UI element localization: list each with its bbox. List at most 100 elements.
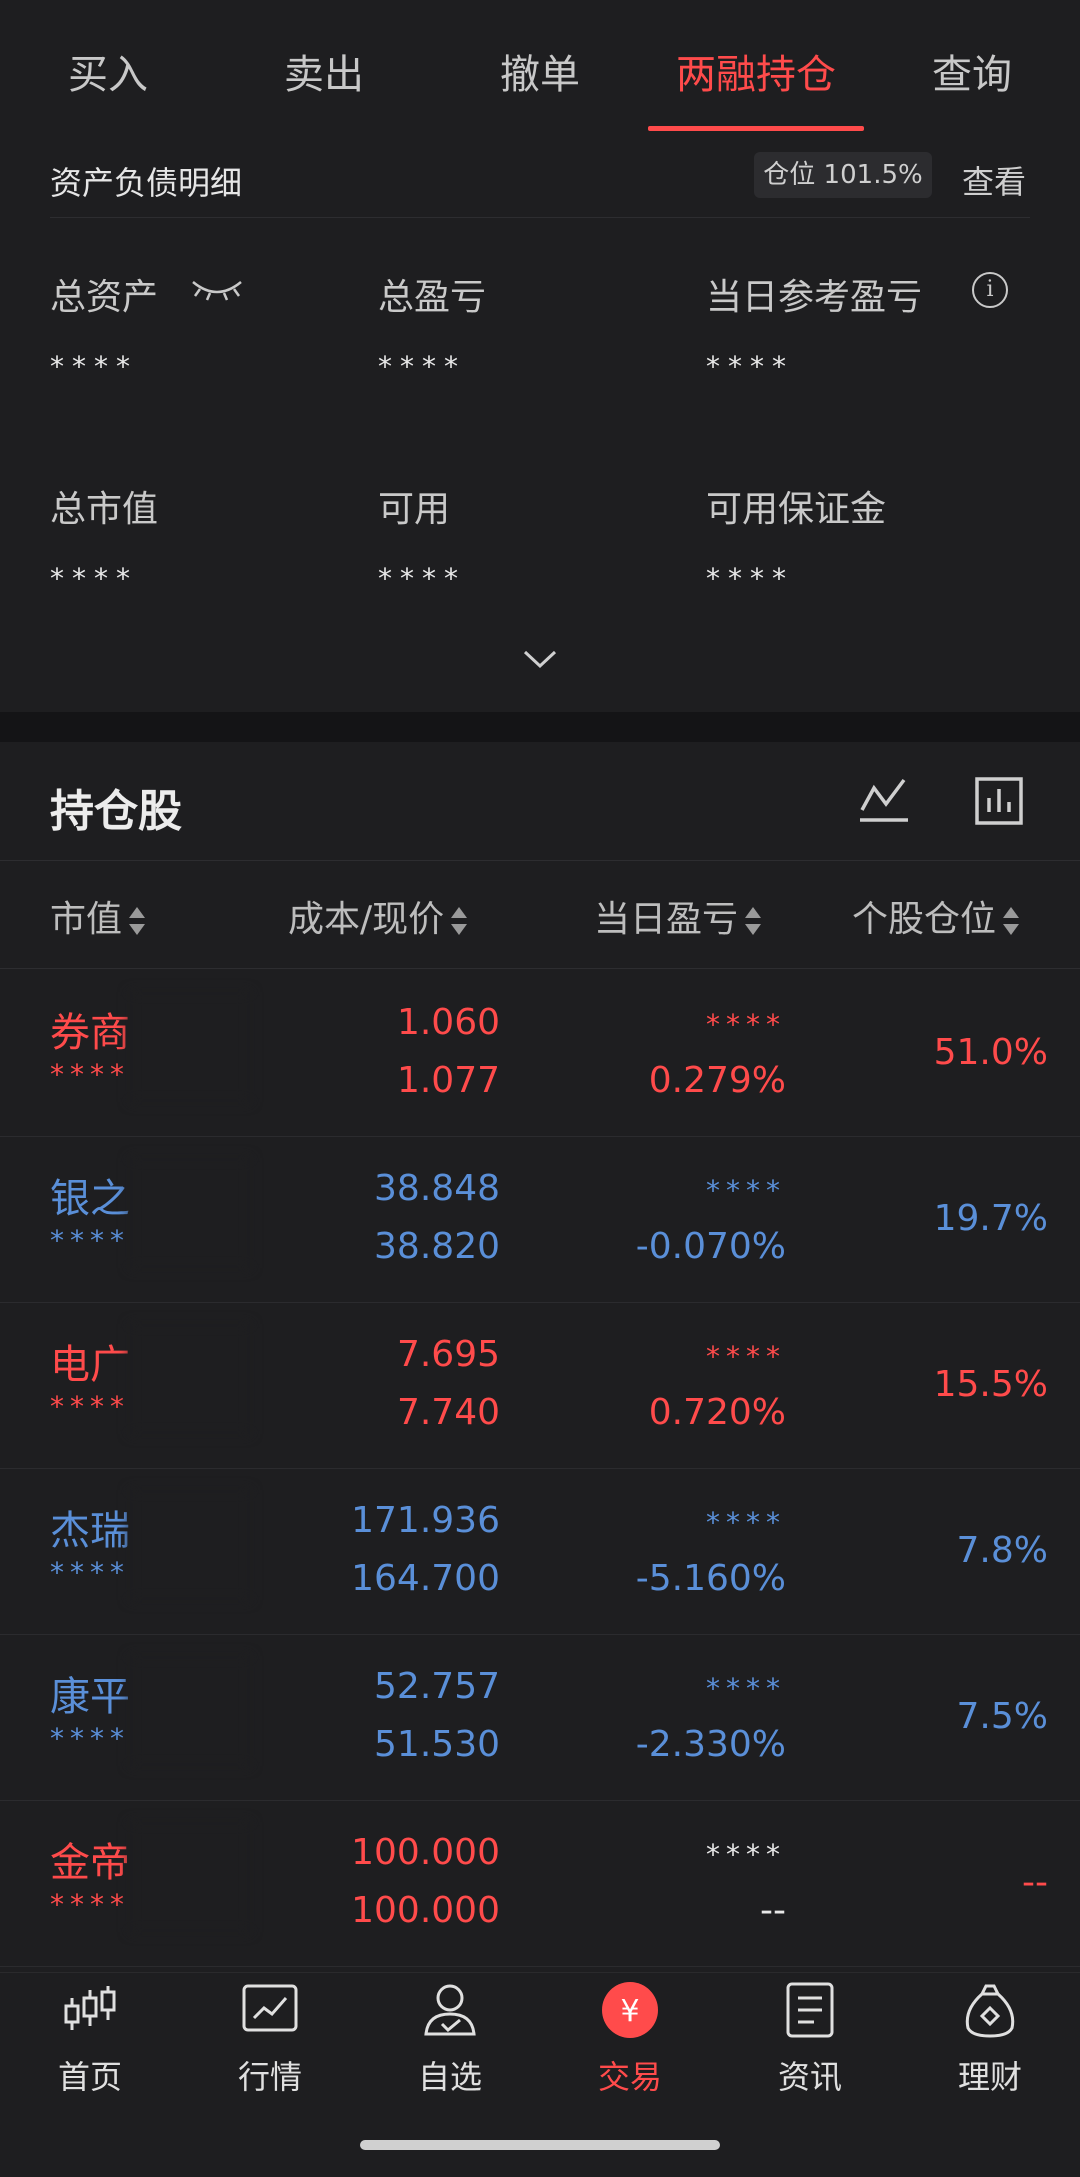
holdings-title: 持仓股 xyxy=(50,786,182,837)
cost-price: 1.060 xyxy=(396,1002,500,1043)
nav-market-label: 行情 xyxy=(237,2058,302,2096)
holding-row[interactable]: 杰瑞 **** 171.936 164.700 **** -5.160% 7.8% xyxy=(0,1468,1080,1635)
column-header-label: 市值 xyxy=(50,899,123,940)
position-badge: 仓位 101.5% xyxy=(754,152,932,198)
tab-buy[interactable]: 买入 xyxy=(0,42,216,100)
chart-board-icon xyxy=(242,1984,298,2032)
redaction-blur xyxy=(130,992,250,1102)
column-header-daily-pnl[interactable]: 当日盈亏 xyxy=(594,890,762,942)
market-value-masked: **** xyxy=(50,1224,130,1257)
current-price: 100.000 xyxy=(351,1890,500,1931)
sort-icon xyxy=(129,907,146,935)
redaction-blur xyxy=(130,1656,250,1766)
daily-pnl-masked: **** xyxy=(706,1008,786,1041)
holding-row[interactable]: 康平 **** 52.757 51.530 **** -2.330% 7.5% xyxy=(0,1634,1080,1801)
available-margin-label: 可用保证金 xyxy=(706,489,887,530)
money-bag-icon xyxy=(965,1984,1015,2038)
view-link[interactable]: 查看 xyxy=(962,157,1026,203)
stock-name: 康平 xyxy=(50,1674,130,1720)
asset-panel xyxy=(0,134,1080,712)
yuan-coin-icon: ¥ xyxy=(602,1982,658,2038)
stock-name: 杰瑞 xyxy=(50,1508,130,1554)
redaction-blur xyxy=(130,1822,250,1932)
available-value: **** xyxy=(378,562,466,595)
redaction-blur xyxy=(130,1158,250,1268)
tab-cancel-order[interactable]: 撤单 xyxy=(432,42,648,100)
available-label: 可用 xyxy=(378,489,451,530)
column-header-cost-price[interactable]: 成本/现价 xyxy=(288,890,468,942)
daily-pnl-percent: -- xyxy=(760,1890,786,1931)
daily-pnl-value: **** xyxy=(706,350,794,383)
market-value-masked: **** xyxy=(50,1888,130,1921)
top-tab-bar: 买入 卖出 撤单 两融持仓 查询 xyxy=(0,0,1080,135)
market-value-masked: **** xyxy=(50,1058,130,1091)
chevron-down-icon[interactable] xyxy=(522,648,558,670)
total-assets-value: **** xyxy=(50,350,138,383)
current-price: 38.820 xyxy=(374,1226,500,1267)
active-tab-indicator xyxy=(648,126,864,131)
daily-pnl-percent: 0.720% xyxy=(648,1392,786,1433)
column-header-label: 个股仓位 xyxy=(852,899,997,940)
daily-pnl-masked: **** xyxy=(706,1174,786,1207)
section-gap xyxy=(0,712,1080,742)
stock-name: 券商 xyxy=(50,1010,130,1056)
current-price: 1.077 xyxy=(396,1060,500,1101)
position-weight: 7.8% xyxy=(956,1530,1048,1571)
daily-pnl-masked: **** xyxy=(706,1340,786,1373)
cost-price: 38.848 xyxy=(374,1168,500,1209)
sort-icon xyxy=(451,907,468,935)
asset-liability-title[interactable]: 资产负债明细 xyxy=(50,158,242,204)
market-value-label: 总市值 xyxy=(50,489,159,530)
column-header-position-weight[interactable]: 个股仓位 xyxy=(852,890,1020,942)
holding-row[interactable]: 券商 **** 1.060 1.077 **** 0.279% 51.0% xyxy=(0,970,1080,1137)
daily-pnl-percent: -0.070% xyxy=(635,1226,786,1267)
available-margin-value: **** xyxy=(706,562,794,595)
holding-row[interactable]: 金帝 **** 100.000 100.000 **** -- -- xyxy=(0,1800,1080,1967)
column-header-label: 当日盈亏 xyxy=(594,899,739,940)
total-assets-label: 总资产 xyxy=(50,277,159,318)
divider xyxy=(0,968,1080,969)
eye-closed-icon[interactable] xyxy=(190,276,244,302)
total-pnl-label: 总盈亏 xyxy=(378,277,487,318)
bar-chart-icon[interactable] xyxy=(974,776,1024,826)
cost-price: 7.695 xyxy=(396,1334,500,1375)
current-price: 164.700 xyxy=(351,1558,500,1599)
daily-pnl-masked: **** xyxy=(706,1672,786,1705)
candlestick-icon xyxy=(64,1986,116,2030)
current-price: 51.530 xyxy=(374,1724,500,1765)
cost-price: 171.936 xyxy=(351,1500,500,1541)
position-weight: -- xyxy=(1022,1862,1048,1903)
position-weight: 7.5% xyxy=(956,1696,1048,1737)
svg-text:¥: ¥ xyxy=(620,1994,639,2029)
stock-name: 电广 xyxy=(50,1342,130,1388)
column-header-label: 成本/现价 xyxy=(288,899,445,940)
position-weight: 15.5% xyxy=(933,1364,1048,1405)
sort-icon xyxy=(745,907,762,935)
sort-icon xyxy=(1003,907,1020,935)
info-icon[interactable]: i xyxy=(972,272,1008,308)
line-chart-icon[interactable] xyxy=(858,774,910,826)
user-icon xyxy=(424,1984,476,2036)
stock-name: 金帝 xyxy=(50,1840,130,1886)
redaction-blur xyxy=(130,1324,250,1434)
daily-pnl-percent: -5.160% xyxy=(635,1558,786,1599)
tab-sell[interactable]: 卖出 xyxy=(216,42,432,100)
tab-margin-holdings[interactable]: 两融持仓 xyxy=(648,42,864,100)
holding-row[interactable]: 电广 **** 7.695 7.740 **** 0.720% 15.5% xyxy=(0,1302,1080,1469)
market-value-value: **** xyxy=(50,562,138,595)
redaction-blur xyxy=(130,1490,250,1600)
home-indicator[interactable] xyxy=(360,2140,720,2150)
column-header-market-value[interactable]: 市值 xyxy=(50,890,146,942)
current-price: 7.740 xyxy=(396,1392,500,1433)
tab-query[interactable]: 查询 xyxy=(864,42,1080,100)
daily-pnl-label: 当日参考盈亏 xyxy=(706,277,923,318)
market-value-masked: **** xyxy=(50,1722,130,1755)
daily-pnl-percent: 0.279% xyxy=(648,1060,786,1101)
nav-trade-label: 交易 xyxy=(597,2058,662,2096)
cost-price: 52.757 xyxy=(374,1666,500,1707)
document-icon xyxy=(786,1982,834,2038)
daily-pnl-masked: **** xyxy=(706,1838,786,1871)
holding-row[interactable]: 银之 **** 38.848 38.820 **** -0.070% 19.7% xyxy=(0,1136,1080,1303)
divider xyxy=(0,860,1080,861)
nav-home-label: 首页 xyxy=(57,2058,122,2096)
